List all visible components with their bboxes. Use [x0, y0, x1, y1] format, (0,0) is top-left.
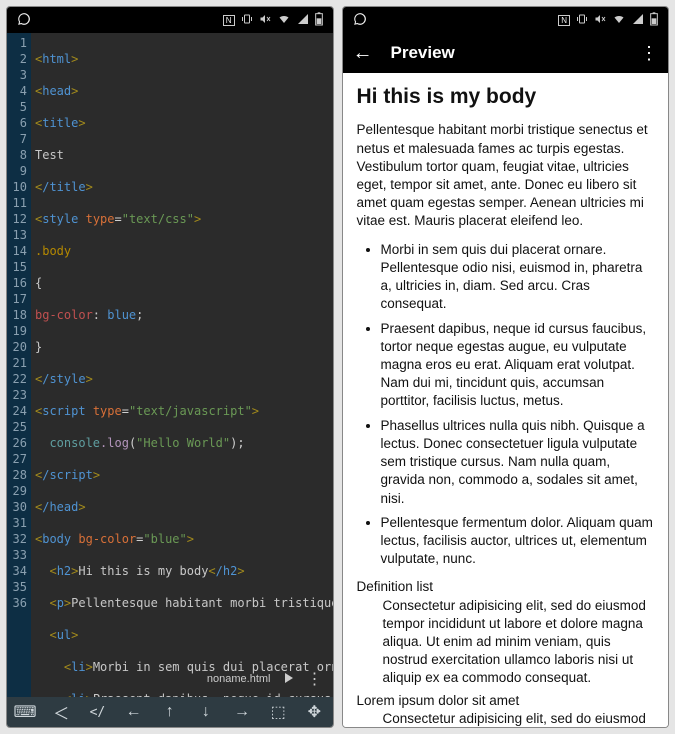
preview-heading: Hi this is my body	[357, 83, 655, 111]
less-than-button[interactable]: ＜	[47, 698, 75, 726]
battery-icon	[315, 12, 323, 29]
list-item: Phasellus ultrices nulla quis nibh. Quis…	[381, 417, 655, 508]
mute-icon	[594, 13, 606, 28]
nfc-icon: N	[223, 15, 235, 26]
whatsapp-icon	[17, 12, 31, 29]
arrow-left-icon[interactable]: ←	[120, 698, 148, 726]
menu-icon[interactable]: ⋮	[307, 669, 323, 689]
close-tag-button[interactable]: </	[83, 698, 111, 726]
run-icon[interactable]	[285, 670, 293, 688]
vibrate-icon	[241, 13, 253, 28]
battery-icon	[650, 12, 658, 29]
whatsapp-icon	[353, 12, 367, 29]
editor-toolbar: ⌨ ＜ </ ← ↑ ↓ → ⬚ ✥	[7, 697, 333, 727]
arrow-up-icon[interactable]: ↑	[156, 698, 184, 726]
def-term: Definition list	[357, 578, 655, 596]
preview-screen: N ← Preview ⋮ Hi this is my body Pellent…	[342, 6, 670, 728]
arrow-right-icon[interactable]: →	[228, 698, 256, 726]
editor-footer: noname.html ⋮	[7, 665, 333, 693]
definition-list: Definition list Consectetur adipisicing …	[357, 578, 655, 727]
filename-label: noname.html	[207, 673, 271, 685]
code-editor[interactable]: 1234567891011121314151617181920212223242…	[7, 33, 333, 697]
line-gutter: 1234567891011121314151617181920212223242…	[7, 33, 31, 697]
wifi-icon	[612, 13, 626, 28]
def-desc: Consectetur adipisicing elit, sed do eiu…	[383, 597, 655, 688]
def-term: Lorem ipsum dolor sit amet	[357, 692, 655, 710]
preview-list: Morbi in sem quis dui placerat ornare. P…	[357, 241, 655, 569]
vibrate-icon	[576, 13, 588, 28]
list-item: Praesent dapibus, neque id cursus faucib…	[381, 320, 655, 411]
nfc-icon: N	[558, 15, 570, 26]
back-icon[interactable]: ←	[353, 42, 373, 65]
code-editor-screen: N 12345678910111213141516171819202122232…	[6, 6, 334, 728]
page-title: Preview	[391, 43, 455, 63]
status-bar: N	[343, 7, 669, 33]
list-item: Pellentesque fermentum dolor. Aliquam qu…	[381, 514, 655, 569]
status-bar: N	[7, 7, 333, 33]
select-icon[interactable]: ⬚	[264, 698, 292, 726]
app-bar: ← Preview ⋮	[343, 33, 669, 73]
code-content[interactable]: <html> <head> <title> Test </title> <sty…	[31, 33, 333, 697]
overflow-menu-icon[interactable]: ⋮	[640, 43, 658, 64]
signal-icon	[297, 13, 309, 28]
arrow-down-icon[interactable]: ↓	[192, 698, 220, 726]
mute-icon	[259, 13, 271, 28]
def-desc: Consectetur adipisicing elit, sed do eiu…	[383, 710, 655, 727]
move-icon[interactable]: ✥	[300, 698, 328, 726]
signal-icon	[632, 13, 644, 28]
preview-webview[interactable]: Hi this is my body Pellentesque habitant…	[343, 73, 669, 727]
preview-paragraph: Pellentesque habitant morbi tristique se…	[357, 121, 655, 230]
wifi-icon	[277, 13, 291, 28]
keyboard-icon[interactable]: ⌨	[11, 698, 39, 726]
list-item: Morbi in sem quis dui placerat ornare. P…	[381, 241, 655, 314]
